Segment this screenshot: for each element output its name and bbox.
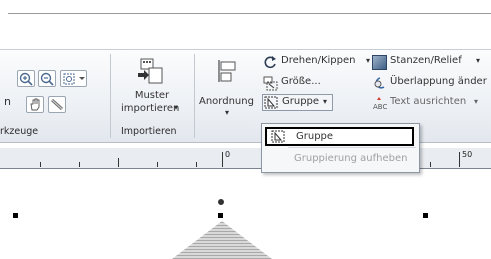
- rotate-handle[interactable]: [218, 199, 224, 205]
- hand-icon: [30, 98, 40, 111]
- ruler-tick: [430, 162, 431, 167]
- importieren-label: importieren: [121, 103, 180, 114]
- chevron-down-icon: ▾: [174, 103, 179, 112]
- zoom-out-button[interactable]: [38, 70, 56, 87]
- drehen-kippen-label: Drehen/Kippen: [281, 55, 356, 66]
- group-icon: [264, 96, 278, 109]
- gruppe-dropdown-menu: Gruppe Gruppierung aufheben: [261, 123, 420, 173]
- ruler-label: 0: [225, 150, 231, 159]
- top-divider: [8, 13, 491, 14]
- zoom-out-icon: [40, 72, 54, 86]
- chevron-down-icon: ▾: [366, 56, 371, 65]
- svg-text:ABC: ABC: [373, 103, 387, 111]
- gruppe-split-button[interactable]: Gruppe ▾: [262, 94, 333, 111]
- ueberlappung-button[interactable]: Überlappung änder: [372, 75, 491, 91]
- group-separator: [110, 54, 111, 138]
- embroidery-pattern: [172, 221, 272, 259]
- import-pattern-icon: [138, 58, 163, 84]
- anordnung-label: Anordnung: [199, 96, 254, 107]
- group-label-werkzeuge: rkzeuge: [0, 126, 39, 137]
- ruler-tick: [157, 162, 158, 167]
- text-ausrichten-button[interactable]: ABC Text ausrichten ▾: [372, 95, 482, 111]
- zoom-in-button[interactable]: [17, 70, 35, 87]
- truncated-label: n: [4, 95, 11, 108]
- pan-button[interactable]: [26, 96, 44, 113]
- menu-divider: [288, 147, 416, 148]
- chevron-down-icon: ▾: [474, 97, 479, 106]
- menu-item-label: Gruppe: [296, 131, 334, 142]
- resize-icon: [263, 76, 278, 91]
- selection-handle[interactable]: [13, 213, 18, 218]
- chevron-down-icon: ▾: [323, 97, 328, 106]
- gruppe-label: Gruppe: [282, 96, 320, 107]
- muster-importieren-button[interactable]: Muster importieren ▾: [118, 52, 186, 124]
- stanzen-relief-label: Stanzen/Relief: [390, 55, 462, 66]
- align-icon: [218, 60, 236, 82]
- ruler-tick: [118, 158, 119, 167]
- emboss-icon: [372, 55, 387, 70]
- text-ausrichten-label: Text ausrichten: [390, 96, 467, 107]
- zoom-fit-dropdown[interactable]: [60, 70, 87, 87]
- rotate-icon: [264, 56, 276, 69]
- measure-button[interactable]: [48, 96, 66, 113]
- group-separator: [194, 54, 195, 138]
- group-label-importieren: Importieren: [121, 126, 177, 137]
- overlap-icon: [374, 77, 385, 89]
- ruler-tick: [40, 162, 41, 167]
- ruler-tick: [79, 162, 80, 167]
- drehen-kippen-button[interactable]: Drehen/Kippen ▾: [263, 54, 373, 70]
- menu-item-gruppierung-aufheben[interactable]: Gruppierung aufheben: [294, 153, 407, 164]
- groesse-label: Größe...: [281, 76, 321, 87]
- zoom-fit-icon: [63, 73, 85, 85]
- groesse-button[interactable]: Größe...: [263, 75, 333, 91]
- ruler-tick: [196, 162, 197, 167]
- selection-handle[interactable]: [218, 213, 223, 218]
- group-icon: [271, 130, 285, 143]
- ruler-tick-major: [222, 152, 223, 167]
- ueberlappung-label: Überlappung änder: [390, 76, 487, 87]
- text-align-icon: ABC: [373, 97, 387, 111]
- ruler-label: 50: [462, 150, 473, 159]
- chevron-down-icon: ▾: [476, 56, 481, 65]
- zoom-in-icon: [19, 72, 33, 86]
- chevron-down-icon: ▾: [225, 108, 230, 117]
- selection-handle[interactable]: [423, 213, 428, 218]
- muster-label: Muster: [134, 90, 170, 101]
- measure-icon: [50, 98, 64, 111]
- anordnung-button[interactable]: Anordnung ▾: [199, 52, 257, 124]
- stanzen-relief-button[interactable]: Stanzen/Relief ▾: [372, 54, 484, 70]
- ruler-tick-major: [459, 152, 460, 167]
- menu-item-gruppe[interactable]: Gruppe: [265, 127, 414, 146]
